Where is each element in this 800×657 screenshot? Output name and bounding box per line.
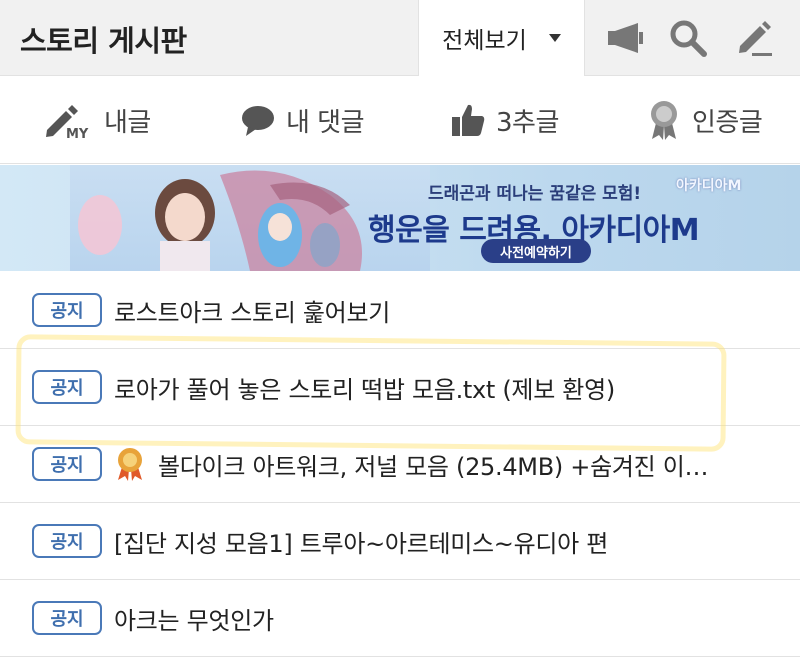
filter-label: 내글 <box>104 107 151 138</box>
filter-my-posts[interactable]: MY 내글 <box>44 76 151 164</box>
filter-my-comments[interactable]: 내 댓글 <box>240 76 365 164</box>
megaphone-icon[interactable] <box>606 18 646 58</box>
post-title: 아크는 무엇인가 <box>114 606 274 635</box>
ad-banner[interactable]: 드래곤과 떠나는 꿈같은 모험! 행운을 드려용, 아카디아M 사전예약하기 아… <box>0 165 800 271</box>
list-item[interactable]: 공지 로스트아크 스토리 훑어보기 <box>0 272 800 349</box>
post-list: 공지 로스트아크 스토리 훑어보기 공지 로아가 풀어 놓은 스토리 떡밥 모음… <box>0 272 800 657</box>
notice-badge: 공지 <box>32 293 102 327</box>
notice-badge: 공지 <box>32 601 102 635</box>
post-title: [집단 지성 모음1] 트루아~아르테미스~유디아 편 <box>114 529 609 558</box>
speech-bubble-icon <box>242 106 274 136</box>
certified-medal-icon <box>651 101 677 140</box>
post-title: 로스트아크 스토리 훑어보기 <box>114 298 391 327</box>
list-item[interactable]: 공지 아크는 무엇인가 <box>0 580 800 657</box>
svg-text:MY: MY <box>66 127 89 140</box>
preregister-button[interactable]: 사전예약하기 <box>481 239 591 263</box>
filter-3-recommended[interactable]: 3추글 <box>450 76 559 164</box>
banner-tagline: 드래곤과 떠나는 꿈같은 모험! <box>428 184 642 204</box>
notice-badge: 공지 <box>32 447 102 481</box>
filter-label: 내 댓글 <box>286 107 365 138</box>
top-header: 스토리 게시판 전체보기 <box>0 0 800 76</box>
certified-medal-icon <box>114 447 146 481</box>
post-title: 로아가 풀어 놓은 스토리 떡밥 모음.txt (제보 환영) <box>114 375 615 404</box>
pencil-icon[interactable] <box>734 18 774 58</box>
caret-down-icon <box>548 34 561 42</box>
board-title: 스토리 게시판 <box>20 24 187 58</box>
filter-bar: MY 내글 내 댓글 3추글 인증글 <box>0 76 800 164</box>
banner-brand-logo: 아카디아M <box>676 178 742 194</box>
filter-certified[interactable]: 인증글 <box>646 76 763 164</box>
view-filter-dropdown[interactable]: 전체보기 <box>418 0 585 76</box>
thumbs-up-icon <box>452 104 485 136</box>
filter-label: 인증글 <box>692 107 763 138</box>
filter-label: 3추글 <box>496 107 559 138</box>
list-item[interactable]: 공지 볼다이크 아트워크, 저널 모음 (25.4MB) +숨겨진 이… <box>0 426 800 503</box>
search-icon[interactable] <box>668 18 708 58</box>
my-pencil-icon: MY <box>46 105 89 140</box>
list-item[interactable]: 공지 [집단 지성 모음1] 트루아~아르테미스~유디아 편 <box>0 503 800 580</box>
view-filter-label: 전체보기 <box>442 28 527 54</box>
list-item[interactable]: 공지 로아가 풀어 놓은 스토리 떡밥 모음.txt (제보 환영) <box>0 349 800 426</box>
notice-badge: 공지 <box>32 524 102 558</box>
notice-badge: 공지 <box>32 370 102 404</box>
post-title: 볼다이크 아트워크, 저널 모음 (25.4MB) +숨겨진 이… <box>158 452 709 481</box>
